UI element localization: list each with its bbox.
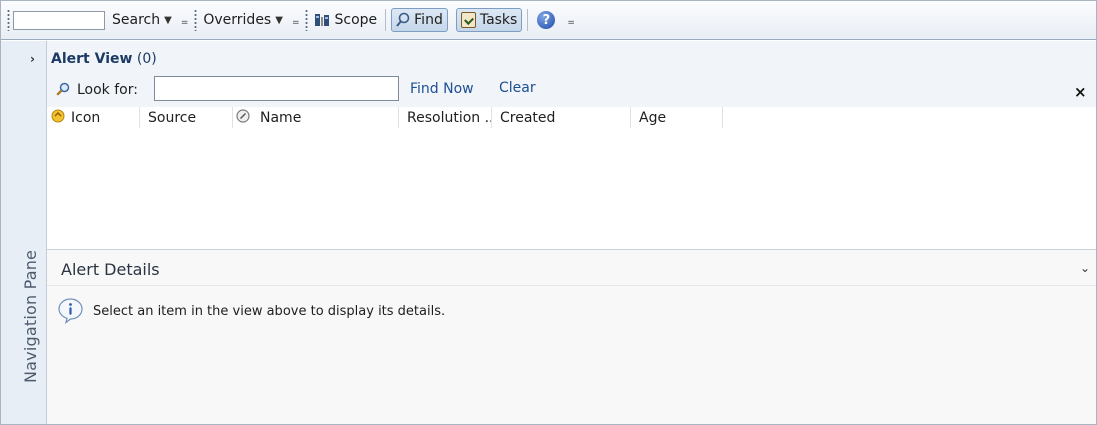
overrides-button[interactable]: Overrides ▼ (200, 8, 286, 32)
magnifier-icon (396, 12, 410, 28)
chevron-down-icon: ▼ (275, 14, 283, 26)
column-header-age[interactable]: Age (631, 107, 723, 128)
toolbar-grip[interactable] (194, 9, 198, 31)
column-label: Created (500, 109, 556, 126)
chevron-down-icon: ▼ (164, 14, 172, 26)
tasks-button[interactable]: Tasks (455, 8, 523, 32)
scope-icon (314, 12, 330, 28)
alert-view-title: Alert View (51, 51, 133, 67)
search-label: Search (112, 12, 161, 28)
alert-details-pane: Alert Details ⌄ Select an item in the vi… (47, 249, 1096, 424)
column-header-source[interactable]: Source (140, 107, 233, 128)
find-button[interactable]: Find (391, 8, 448, 32)
column-label: Name (260, 109, 302, 126)
alert-view: Alert View (0) Look for: Find Now Clear … (47, 41, 1096, 249)
clipboard-icon (460, 12, 476, 28)
toolbar-overflow-icon[interactable]: = (181, 18, 188, 28)
clear-link[interactable]: Clear (499, 80, 536, 96)
toolbar-overflow-icon[interactable]: = (292, 18, 299, 28)
alert-count: (0) (136, 51, 157, 67)
navigation-pane-label[interactable]: Navigation Pane (21, 250, 40, 383)
expand-navigation-icon[interactable]: › (30, 52, 35, 66)
find-label: Find (414, 12, 443, 28)
column-label: Source (148, 109, 197, 126)
info-icon (57, 297, 84, 325)
toolbar-separator (527, 9, 529, 31)
tasks-label: Tasks (479, 12, 518, 28)
scope-button[interactable]: Scope (311, 8, 380, 32)
column-label: Age (639, 109, 667, 126)
column-label: Icon (71, 109, 101, 126)
search-icon (56, 82, 70, 96)
search-input[interactable] (13, 10, 105, 30)
navigation-pane[interactable]: › Navigation Pane (1, 41, 47, 424)
alert-grid-header: Icon Source Name Resolution ... Created (47, 107, 1096, 128)
find-now-link[interactable]: Find Now (410, 81, 474, 97)
page-title: Alert View (0) (51, 51, 157, 67)
state-icon (236, 108, 250, 127)
toolbar-separator (385, 9, 387, 31)
alert-details-title: Alert Details (61, 260, 160, 279)
scope-label: Scope (334, 12, 378, 28)
column-header-icon[interactable]: Icon (47, 107, 140, 128)
alert-details-message: Select an item in the view above to disp… (93, 304, 446, 319)
column-header-resolution[interactable]: Resolution ... (399, 107, 492, 128)
alert-details-header[interactable]: Alert Details ⌄ (47, 250, 1096, 286)
column-header-name[interactable]: Name (233, 107, 399, 128)
toolbar: Search ▼ = Overrides ▼ = Scope Find Task… (1, 1, 1096, 40)
collapse-chevron-icon[interactable]: ⌄ (1080, 261, 1090, 275)
toolbar-grip[interactable] (7, 9, 10, 31)
look-for-input[interactable] (154, 76, 399, 101)
toolbar-overflow-icon[interactable]: = (567, 18, 574, 28)
column-header-created[interactable]: Created (492, 107, 631, 128)
look-for-label: Look for: (77, 82, 138, 98)
toolbar-grip[interactable] (305, 9, 309, 31)
console-window: Search ▼ = Overrides ▼ = Scope Find Task… (0, 0, 1097, 425)
close-icon[interactable]: × (1074, 83, 1087, 101)
column-label: Resolution ... (407, 109, 492, 126)
overrides-label: Overrides (203, 12, 272, 28)
alert-icon (51, 109, 65, 127)
help-icon[interactable]: ? (537, 11, 556, 29)
search-button[interactable]: Search ▼ (109, 8, 175, 32)
alert-view-header: Alert View (0) Look for: Find Now Clear … (47, 41, 1096, 107)
